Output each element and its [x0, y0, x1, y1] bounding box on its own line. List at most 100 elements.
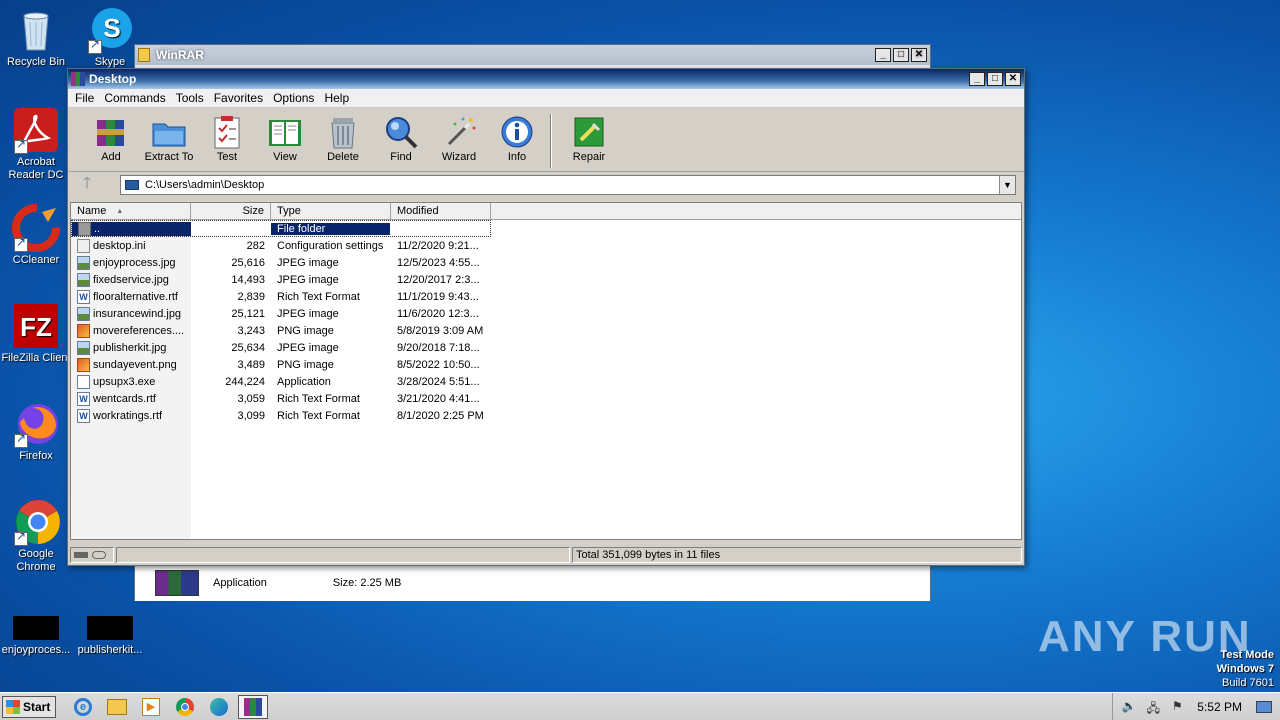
table-row[interactable]: upsupx3.exe 244,224 Application 3/28/2024 5… — [71, 373, 1021, 390]
file-name-cell: movereferences.... — [71, 323, 191, 338]
file-type-cell: Rich Text Format — [277, 392, 360, 405]
file-type-cell: PNG image — [277, 324, 334, 337]
find-button[interactable]: Find — [372, 112, 430, 163]
table-row[interactable]: .. File folder — [71, 220, 491, 237]
network-icon[interactable]: 🖧 — [1145, 699, 1161, 715]
menu-tools[interactable]: Tools — [171, 91, 209, 105]
maximize-button[interactable]: □ — [987, 72, 1003, 86]
file-modified-cell: 8/1/2020 2:25 PM — [397, 409, 484, 422]
menu-commands[interactable]: Commands — [99, 91, 170, 105]
file-modified-cell: 8/5/2022 10:50... — [397, 358, 480, 371]
desktop-icon-label: enjoyproces... — [1, 644, 71, 656]
wizard-label: Wizard — [441, 151, 477, 163]
main-window-titlebar[interactable]: Desktop _ □ ✕ — [68, 69, 1024, 89]
table-row[interactable]: workratings.rtf 3,099 Rich Text Format 8/1/… — [71, 407, 1021, 424]
extract-to-button[interactable]: Extract To — [140, 112, 198, 163]
status-selection-cell — [116, 547, 570, 563]
desktop-icon-ccleaner[interactable]: CCleaner — [0, 204, 72, 267]
file-type-cell: Application — [277, 375, 331, 388]
table-row[interactable]: desktop.ini 282 Configuration settings 11/2… — [71, 237, 1021, 254]
menu-help[interactable]: Help — [319, 91, 354, 105]
desktop-icon-filezilla[interactable]: FZ FileZilla Client — [0, 302, 72, 365]
column-header-modified[interactable]: Modified — [391, 203, 491, 219]
filezilla-icon: FZ — [12, 302, 60, 350]
png-file-icon — [77, 323, 90, 338]
desktop-icon-google-chrome[interactable]: Google Chrome — [0, 498, 72, 574]
table-row[interactable]: sundayevent.png 3,489 PNG image 8/5/2022 10… — [71, 356, 1021, 373]
desktop-icon-publisherkit[interactable]: publisherkit... — [74, 616, 146, 657]
maximize-button[interactable]: □ — [893, 48, 909, 62]
image-thumbnail-icon — [86, 616, 134, 642]
minimize-button[interactable]: _ — [875, 48, 891, 62]
table-row[interactable]: insurancewind.jpg 25,121 JPEG image 11/6/20… — [71, 305, 1021, 322]
file-size-cell: 3,099 — [237, 409, 265, 422]
column-header-size[interactable]: Size — [191, 203, 271, 219]
file-name-cell: publisherkit.jpg — [71, 340, 191, 355]
delete-button[interactable]: Delete — [314, 112, 372, 163]
file-name-cell: fixedservice.jpg — [71, 272, 191, 287]
status-total: Total 351,099 bytes in 11 files — [572, 547, 1022, 563]
up-arrow-icon[interactable]: 🡑 — [76, 175, 98, 195]
address-path: C:\Users\admin\Desktop — [145, 179, 265, 191]
menu-favorites[interactable]: Favorites — [209, 91, 268, 105]
desktop-icon-recycle-bin[interactable]: Recycle Bin — [0, 6, 72, 69]
repair-button[interactable]: Repair — [560, 112, 618, 163]
volume-icon[interactable]: 🔈 — [1121, 699, 1137, 715]
address-bar-row: 🡑 C:\Users\admin\Desktop ▼ — [68, 172, 1024, 198]
taskbar-chrome[interactable] — [170, 695, 200, 719]
jpeg-file-icon — [77, 272, 90, 287]
menu-options[interactable]: Options — [268, 91, 319, 105]
file-modified-cell: 11/2/2020 9:21... — [397, 239, 479, 252]
address-field[interactable]: C:\Users\admin\Desktop ▼ — [120, 175, 1016, 195]
chrome-icon — [12, 498, 60, 546]
taskbar-media-player[interactable]: ▶ — [136, 695, 166, 719]
start-button[interactable]: Start — [2, 695, 56, 718]
background-window-titlebar[interactable]: WinRAR _ □ ✕ — [135, 45, 930, 65]
repair-kit-icon — [571, 114, 607, 150]
add-button[interactable]: Add — [82, 112, 140, 163]
show-desktop-icon[interactable] — [1256, 700, 1272, 713]
shortcut-arrow-icon — [14, 530, 28, 546]
taskbar-winrar[interactable] — [238, 694, 268, 719]
desktop-icon-acrobat-reader[interactable]: Acrobat Reader DC — [0, 106, 72, 182]
repair-label: Repair — [572, 151, 606, 163]
desktop-icon-firefox[interactable]: Firefox — [0, 400, 72, 463]
taskbar-edge[interactable] — [204, 695, 234, 719]
column-header-name[interactable]: Name ▲ — [71, 203, 191, 219]
delete-label: Delete — [327, 151, 359, 163]
file-name-cell: desktop.ini — [71, 238, 191, 253]
png-file-icon — [77, 357, 90, 372]
desktop-icon-enjoyprocess[interactable]: enjoyproces... — [0, 616, 72, 657]
taskbar-explorer[interactable] — [102, 695, 132, 719]
table-row[interactable]: enjoyprocess.jpg 25,616 JPEG image 12/5/202… — [71, 254, 1021, 271]
edge-icon — [210, 697, 228, 716]
table-row[interactable]: movereferences.... 3,243 PNG image 5/8/2019… — [71, 322, 1021, 339]
file-type-cell: Configuration settings — [277, 239, 384, 252]
view-button[interactable]: View — [256, 112, 314, 163]
taskbar-internet-explorer[interactable]: e — [68, 695, 98, 719]
column-header-type[interactable]: Type — [271, 203, 391, 219]
add-archive-icon — [93, 114, 129, 150]
test-button[interactable]: Test — [198, 112, 256, 163]
clock[interactable]: 5:52 PM — [1197, 700, 1242, 714]
add-label: Add — [101, 151, 121, 163]
sort-arrow-icon: ▲ — [116, 207, 124, 215]
table-row[interactable]: publisherkit.jpg 25,634 JPEG image 9/20/201… — [71, 339, 1021, 356]
chevron-down-icon[interactable]: ▼ — [999, 176, 1015, 194]
table-row[interactable]: flooralternative.rtf 2,839 Rich Text Forma… — [71, 288, 1021, 305]
info-icon — [499, 114, 535, 150]
close-button[interactable]: ✕ — [911, 48, 927, 62]
table-row[interactable]: fixedservice.jpg 14,493 JPEG image 12/20/20… — [71, 271, 1021, 288]
file-type-cell: JPEG image — [277, 273, 339, 286]
file-size-label: Size: 2.25 MB — [332, 577, 402, 589]
recycle-bin-icon — [12, 6, 60, 54]
info-button[interactable]: Info — [488, 112, 546, 163]
table-row[interactable]: wentcards.rtf 3,059 Rich Text Format 3/21/2… — [71, 390, 1021, 407]
close-button[interactable]: ✕ — [1005, 72, 1021, 86]
minimize-button[interactable]: _ — [969, 72, 985, 86]
menu-file[interactable]: File — [70, 91, 99, 105]
desktop-icon-label: FileZilla Client — [1, 352, 71, 364]
action-center-flag-icon[interactable]: ⚑ — [1169, 699, 1185, 715]
wizard-button[interactable]: Wizard — [430, 112, 488, 163]
file-name-cell: insurancewind.jpg — [71, 306, 191, 321]
